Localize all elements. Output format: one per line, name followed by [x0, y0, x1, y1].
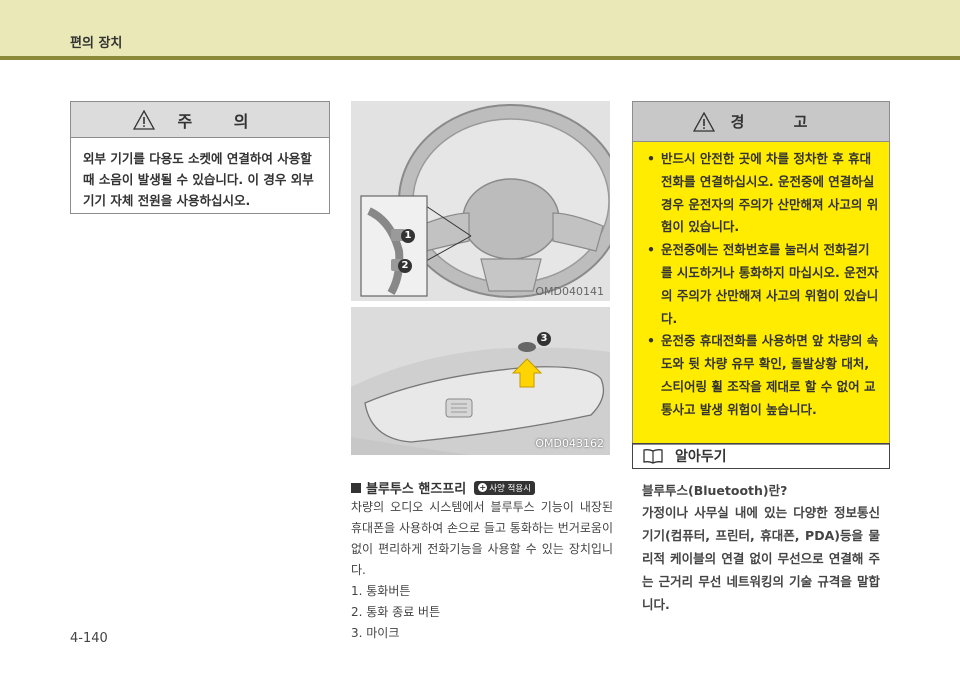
- warning-triangle-icon: [692, 111, 715, 132]
- caution-title: 주 의: [177, 111, 267, 131]
- bluetooth-heading: 블루투스 핸즈프리 + 사양 적용시: [351, 478, 536, 497]
- bluetooth-heading-text: 블루투스 핸즈프리: [366, 482, 467, 497]
- caution-box: 주 의 외부 기기를 다용도 소켓에 연결하여 사용할 때 소음이 발생될 수 …: [70, 101, 330, 214]
- bluetooth-description: 차량의 오디오 시스템에서 블루투스 기능이 내장된 휴대폰을 사용하여 손으로…: [351, 500, 613, 577]
- warning-box: 경 고 반드시 안전한 곳에 차를 정차한 후 휴대전화를 연결하십시오. 운전…: [632, 101, 890, 445]
- caution-header: 주 의: [71, 102, 329, 138]
- microphone-figure: 3 OMD043162: [351, 307, 610, 455]
- note-title: 알아두기: [675, 449, 727, 465]
- page-number: 4-140: [70, 631, 108, 646]
- book-icon: [643, 449, 663, 464]
- caution-text: 외부 기기를 다용도 소켓에 연결하여 사용할 때 소음이 발생될 수 있습니다…: [83, 151, 314, 208]
- list-item: 운전중에는 전화번호를 눌러서 전화걸기를 시도하거나 통화하지 마십시오. 운…: [645, 239, 879, 330]
- callout-3: 3: [537, 332, 551, 346]
- option-badge-label: 사양 적용시: [489, 483, 532, 494]
- option-badge: + 사양 적용시: [474, 480, 536, 495]
- plus-icon: +: [478, 483, 488, 492]
- list-item: 1. 통화버튼: [351, 584, 411, 598]
- list-item: 반드시 안전한 곳에 차를 정차한 후 휴대전화를 연결하십시오. 운전중에 연…: [645, 148, 879, 239]
- header-rule: [0, 56, 960, 60]
- warning-title: 경 고: [730, 113, 830, 131]
- warning-triangle-icon: [133, 109, 156, 130]
- header-band: [0, 0, 960, 56]
- figure-code: OMD043162: [535, 437, 604, 450]
- square-bullet-icon: [351, 482, 361, 493]
- callout-1: 1: [401, 229, 415, 243]
- bluetooth-parts-list: 1. 통화버튼 2. 통화 종료 버튼 3. 마이크: [351, 581, 440, 644]
- figure-code: OMD040141: [535, 285, 604, 298]
- steering-wheel-figure: 1 2 OMD040141: [351, 101, 610, 301]
- list-item: 2. 통화 종료 버튼: [351, 605, 441, 619]
- warning-header: 경 고: [633, 102, 889, 142]
- steering-wheel-illustration: [351, 101, 610, 301]
- microphone-illustration: [351, 307, 610, 455]
- list-item: 운전중 휴대전화를 사용하면 앞 차량의 속도와 뒷 차량 유무 확인, 돌발상…: [645, 330, 879, 421]
- note-box: 알아두기: [632, 443, 890, 469]
- note-question: 블루투스(Bluetooth)란?: [642, 483, 788, 498]
- note-body: 가정이나 사무실 내에 있는 다양한 정보통신 기기(컴퓨터, 프린터, 휴대폰…: [642, 505, 880, 612]
- warning-list: 반드시 안전한 곳에 차를 정차한 후 휴대전화를 연결하십시오. 운전중에 연…: [633, 142, 889, 422]
- list-item: 3. 마이크: [351, 626, 400, 640]
- callout-2: 2: [398, 259, 412, 273]
- section-title: 편의 장치: [70, 36, 123, 51]
